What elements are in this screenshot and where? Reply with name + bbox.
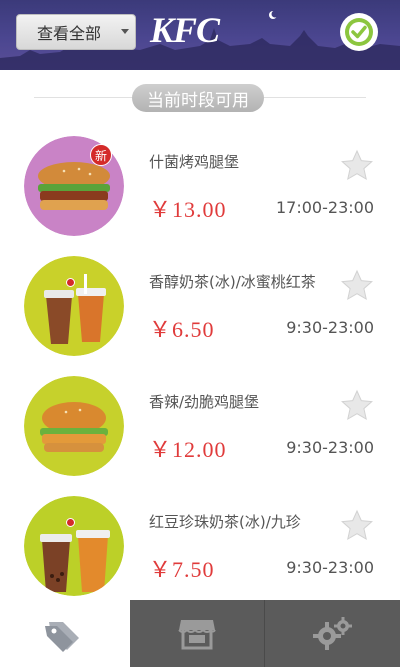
new-badge: 新 [90,144,112,166]
check-icon [345,18,373,46]
product-price: ￥13.00 [149,197,227,222]
section-title: 当前时段可用 [132,84,264,112]
list-item[interactable]: 红豆珍珠奶茶(冰)/九珍 ￥7.50 9:30-23:00 [0,478,400,598]
tab-offers[interactable] [0,600,130,667]
available-time: 17:00-23:00 [276,198,374,217]
app-header: 查看全部 KFC [0,0,400,70]
view-all-dropdown[interactable]: 查看全部 [16,14,136,50]
store-icon [178,619,216,649]
product-price: ￥12.00 [149,437,227,462]
list-item[interactable]: 新 什菌烤鸡腿堡 ￥13.00 17:00-23:00 [0,118,400,238]
product-image [24,376,124,476]
kfc-logo: KFC [150,10,220,50]
available-time: 9:30-23:00 [286,558,374,577]
product-price: ￥6.50 [149,317,215,342]
available-time: 9:30-23:00 [286,438,374,457]
red-dot-badge [66,518,75,527]
list-item[interactable]: 香辣/劲脆鸡腿堡 ￥12.00 9:30-23:00 [0,358,400,478]
product-name: 什菌烤鸡腿堡 [149,153,240,171]
chevron-down-icon [121,29,129,34]
product-image [24,256,124,356]
product-image [24,496,124,596]
product-name: 香辣/劲脆鸡腿堡 [149,393,260,411]
favorite-star-icon[interactable] [339,268,375,304]
tag-icon [45,621,79,652]
product-name: 香醇奶茶(冰)/冰蜜桃红茶 [149,273,316,291]
list-item[interactable]: 香醇奶茶(冰)/冰蜜桃红茶 ￥6.50 9:30-23:00 [0,238,400,358]
available-time: 9:30-23:00 [286,318,374,337]
favorite-star-icon[interactable] [339,148,375,184]
gear-icon [312,616,352,650]
tab-settings[interactable] [265,600,400,667]
favorite-star-icon[interactable] [339,508,375,544]
product-price: ￥7.50 [149,557,215,582]
section-header: 当前时段可用 [0,84,400,112]
bottom-tab-bar [0,600,400,667]
product-list[interactable]: 新 什菌烤鸡腿堡 ￥13.00 17:00-23:00 香醇奶茶(冰)/冰蜜桃红… [0,118,400,600]
product-name: 红豆珍珠奶茶(冰)/九珍 [149,513,301,531]
tab-stores[interactable] [130,600,265,667]
red-dot-badge [66,278,75,287]
view-all-label: 查看全部 [37,24,102,43]
moon-icon [269,10,278,19]
favorite-star-icon[interactable] [339,388,375,424]
confirm-button[interactable] [340,13,378,51]
